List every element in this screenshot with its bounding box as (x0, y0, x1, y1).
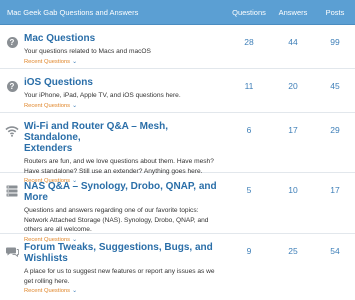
answers-count: 20 (288, 81, 298, 91)
posts-count: 99 (330, 37, 340, 47)
questions-count: 28 (244, 37, 254, 47)
forum-description-line: get rolling here. (24, 277, 70, 285)
forum-description: Questions and answers regarding one of o… (24, 206, 223, 235)
forum-title-line: Extenders (24, 143, 73, 154)
chevron-down-icon: ⌄ (72, 58, 78, 65)
forum-description-line: Network Attached Storage (NAS). Synology… (24, 216, 209, 224)
posts-count: 17 (330, 185, 340, 195)
forum-description: Your iPhone, iPad, Apple TV, and iOS que… (24, 92, 181, 99)
table-header: Mac Geek Gab Questions and Answers Quest… (0, 0, 355, 25)
forum-title-link[interactable]: Mac Questions (24, 33, 223, 44)
forum-row-nas: NAS Q&A – Synology, Drobo, QNAP, and Mor… (0, 173, 355, 243)
recent-questions-dropdown[interactable]: Recent Questions ⌄ (24, 58, 223, 65)
forum-title-link[interactable]: iOS Questions (24, 77, 223, 88)
question-circle-icon: ? (0, 69, 24, 112)
recent-questions-label: Recent Questions (24, 58, 71, 65)
answers-count: 25 (288, 246, 298, 256)
questions-column-header: Questions (232, 7, 266, 17)
questions-count: 9 (246, 246, 252, 256)
questions-count: 11 (244, 81, 254, 91)
question-circle-icon: ? (0, 25, 24, 68)
forum-row-forum-tweaks: Forum Tweaks, Suggestions, Bugs, and Wis… (0, 234, 355, 294)
answers-count: 44 (288, 37, 298, 47)
chevron-down-icon: ⌄ (72, 102, 78, 109)
posts-count: 45 (330, 81, 340, 91)
forum-description-line: Questions and answers regarding one of o… (24, 207, 199, 214)
forum-title-link[interactable]: NAS Q&A – Synology, Drobo, QNAP, and Mor… (24, 181, 223, 203)
table-title: Mac Geek Gab Questions and Answers (7, 7, 139, 17)
forum-title-link[interactable]: Forum Tweaks, Suggestions, Bugs, and Wis… (24, 242, 223, 264)
forum-row-ios-questions: ? iOS Questions Your iPhone, iPad, Apple… (0, 69, 355, 113)
forum-title-link[interactable]: Wi-Fi and Router Q&A – Mesh, Standalone,… (24, 121, 223, 154)
wifi-icon (0, 113, 24, 172)
answers-count: 17 (288, 125, 298, 135)
recent-questions-dropdown[interactable]: Recent Questions ⌄ (24, 287, 223, 294)
recent-questions-dropdown[interactable]: Recent Questions ⌄ (24, 102, 223, 109)
chat-bubble-icon (0, 234, 24, 281)
forum-description: Your questions related to Macs and macOS (24, 48, 151, 55)
forum-row-mac-questions: ? Mac Questions Your questions related t… (0, 25, 355, 69)
forum-table: Mac Geek Gab Questions and Answers Quest… (0, 0, 355, 300)
forum-description-line: A place for us to suggest new features o… (24, 268, 215, 275)
answers-count: 10 (288, 185, 298, 195)
forum-description-line: Routers are fun, and we love questions a… (24, 158, 214, 165)
forum-row-wifi-router: Wi-Fi and Router Q&A – Mesh, Standalone,… (0, 113, 355, 184)
recent-questions-label: Recent Questions (24, 288, 71, 294)
questions-count: 5 (246, 185, 252, 195)
posts-count: 54 (330, 246, 340, 256)
recent-questions-label: Recent Questions (24, 102, 71, 109)
forum-description: A place for us to suggest new features o… (24, 267, 223, 286)
questions-count: 6 (246, 125, 252, 135)
posts-count: 29 (330, 125, 340, 135)
forum-title-line: Wi-Fi and Router Q&A – Mesh, Standalone, (24, 121, 168, 143)
posts-column-header: Posts (325, 7, 345, 17)
chevron-down-icon: ⌄ (72, 288, 78, 294)
answers-column-header: Answers (278, 7, 308, 17)
server-icon (0, 173, 24, 233)
